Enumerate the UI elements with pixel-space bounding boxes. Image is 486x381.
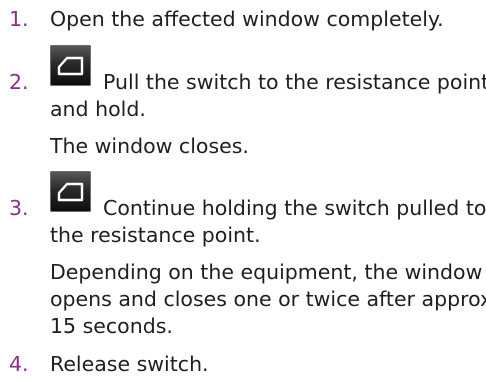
step-text: Continue holding the switch pulled to: [103, 196, 486, 220]
step-result-note: 15 seconds.: [50, 314, 173, 338]
step-result-note: opens and closes one or twice after appr…: [50, 287, 486, 311]
step-text: Open the affected window completely.: [50, 7, 444, 31]
step-number: 1.: [9, 7, 29, 31]
step-number: 3.: [9, 196, 29, 220]
step-text-continuation: and hold.: [50, 97, 146, 121]
step-text: Release switch.: [50, 352, 209, 376]
step-text-continuation: the resistance point.: [50, 223, 261, 247]
window-switch-icon: [50, 45, 91, 86]
step-number: 4.: [9, 352, 29, 376]
step-result-note: Depending on the equipment, the window: [50, 260, 483, 284]
step-text: Pull the switch to the resistance point: [103, 70, 486, 94]
window-switch-icon: [50, 171, 91, 212]
step-number: 2.: [9, 70, 29, 94]
step-result-note: The window closes.: [50, 134, 249, 158]
